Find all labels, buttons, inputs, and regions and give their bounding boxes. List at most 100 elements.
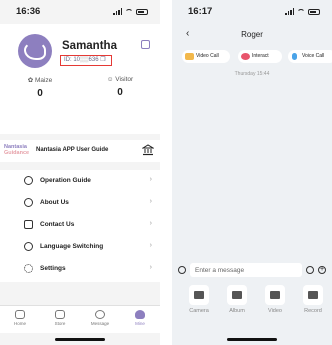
microphone-icon xyxy=(292,53,297,60)
person-icon xyxy=(24,198,33,207)
user-id[interactable]: ID: 10▒▒636 ❐ xyxy=(60,55,112,66)
message-input[interactable] xyxy=(190,263,302,277)
record-icon xyxy=(303,285,323,305)
record-label: Record xyxy=(304,308,322,314)
tab-message[interactable]: Message xyxy=(86,310,114,326)
settings-menu: Operation Guide › About Us › Contact Us … xyxy=(0,170,160,282)
camera-label: Camera xyxy=(189,308,209,314)
tab-bar: Home Store Message Mine xyxy=(0,305,160,333)
album-option[interactable]: Album xyxy=(220,285,254,314)
menu-item-settings[interactable]: Settings › xyxy=(0,258,160,280)
stat-visitor-value: 0 xyxy=(117,87,123,98)
message-input-row: + xyxy=(172,263,332,279)
tab-mine[interactable]: Mine xyxy=(126,310,154,326)
stat-maize-value: 0 xyxy=(37,88,43,99)
visitor-icon: ☺ xyxy=(106,76,116,83)
video-option[interactable]: Video xyxy=(258,285,292,314)
home-icon xyxy=(15,310,25,319)
chevron-right-icon: › xyxy=(149,198,152,205)
record-option[interactable]: Record xyxy=(296,285,330,314)
menu-item-label: Contact Us xyxy=(40,221,75,228)
chevron-right-icon: › xyxy=(149,176,152,183)
message-icon xyxy=(95,310,105,319)
tab-label: Message xyxy=(90,321,110,326)
status-bar: 16:36 xyxy=(0,6,160,20)
battery-icon xyxy=(308,8,320,15)
compass-icon xyxy=(24,176,33,185)
interact-button[interactable]: Interact xyxy=(238,50,282,63)
video-call-icon xyxy=(185,53,194,60)
album-icon xyxy=(227,285,247,305)
copy-icon[interactable]: ❐ xyxy=(100,57,105,63)
heart-icon xyxy=(241,53,250,60)
signal-icon xyxy=(285,8,294,15)
chevron-right-icon: › xyxy=(149,242,152,249)
menu-item-contact-us[interactable]: Contact Us › xyxy=(0,214,160,236)
user-id-label: ID: 10 xyxy=(64,57,81,63)
menu-item-label: Operation Guide xyxy=(40,177,91,184)
video-icon xyxy=(265,285,285,305)
status-bar: 16:17 xyxy=(172,6,332,20)
maize-icon: ✿ xyxy=(27,77,35,84)
username: Samantha xyxy=(62,40,117,52)
status-time: 16:36 xyxy=(16,6,41,17)
profile-card: Samantha ID: 10▒▒636 ❐ ✿ Maize 0 ☺ Visit… xyxy=(0,24,160,134)
stat-maize-label: Maize xyxy=(34,77,53,84)
menu-item-label: About Us xyxy=(40,199,69,206)
status-icons xyxy=(113,8,148,15)
chat-actions: Video Call Interact Voice Call xyxy=(172,50,332,64)
battery-icon xyxy=(136,8,148,15)
stat-visitor[interactable]: ☺ Visitor 0 xyxy=(90,76,150,98)
stat-visitor-label: Visitor xyxy=(115,76,134,83)
stat-maize[interactable]: ✿ Maize 0 xyxy=(10,76,70,99)
chevron-right-icon: › xyxy=(149,220,152,227)
menu-item-label: Settings xyxy=(40,265,66,272)
tab-label: Mine xyxy=(135,321,145,326)
video-call-button[interactable]: Video Call xyxy=(182,50,230,63)
chat-header: ‹ Roger xyxy=(172,24,332,46)
bank-icon xyxy=(142,144,154,156)
camera-option[interactable]: Camera xyxy=(182,285,216,314)
globe-icon xyxy=(24,242,33,251)
menu-item-operation-guide[interactable]: Operation Guide › xyxy=(0,170,160,192)
guide-label: Nantasia APP User Guide xyxy=(36,147,109,153)
user-guide-card[interactable]: Nantasia Guidance Nantasia APP User Guid… xyxy=(0,140,160,162)
video-call-label: Video Call xyxy=(196,53,219,59)
message-date-stamp: Thursday 15:44 xyxy=(234,71,270,77)
menu-item-label: Language Switching xyxy=(40,243,104,250)
wifi-icon xyxy=(125,8,133,15)
plus-icon[interactable]: + xyxy=(318,266,326,274)
status-time: 16:17 xyxy=(188,6,213,17)
guide-brand-bottom: Guidance xyxy=(4,150,30,156)
status-icons xyxy=(285,8,320,15)
voice-input-icon[interactable] xyxy=(178,266,186,274)
home-indicator xyxy=(227,338,277,341)
album-label: Album xyxy=(229,308,245,314)
edit-profile-icon[interactable] xyxy=(141,40,150,49)
profile-stats: ✿ Maize 0 ☺ Visitor 0 xyxy=(0,76,160,112)
tab-label: Home xyxy=(13,321,26,326)
chevron-right-icon: › xyxy=(149,264,152,271)
tab-home[interactable]: Home xyxy=(6,310,34,326)
tab-label: Store xyxy=(54,321,66,326)
menu-item-about-us[interactable]: About Us › xyxy=(0,192,160,214)
media-options: Camera Album Video Record xyxy=(172,285,332,329)
wifi-icon xyxy=(297,8,305,15)
guide-brand: Nantasia Guidance xyxy=(4,144,29,156)
menu-item-language-switching[interactable]: Language Switching › xyxy=(0,236,160,258)
profile-screen: 16:36 Samantha ID: 10▒▒636 ❐ ✿ Maize 0 ☺… xyxy=(0,0,160,345)
voice-call-button[interactable]: Voice Call xyxy=(288,50,332,63)
store-icon xyxy=(55,310,65,319)
swan-icon xyxy=(24,42,46,60)
avatar[interactable] xyxy=(18,34,52,68)
mail-icon xyxy=(24,220,33,229)
video-label: Video xyxy=(268,308,282,314)
person-icon xyxy=(135,310,145,319)
emoji-icon[interactable] xyxy=(306,266,314,274)
signal-icon xyxy=(113,8,122,15)
user-id-suffix: 636 xyxy=(88,57,99,63)
gear-icon xyxy=(24,264,33,273)
tab-store[interactable]: Store xyxy=(46,310,74,326)
home-indicator xyxy=(55,338,105,341)
chat-screen: 16:17 ‹ Roger Video Call Interact Voice … xyxy=(172,0,332,345)
